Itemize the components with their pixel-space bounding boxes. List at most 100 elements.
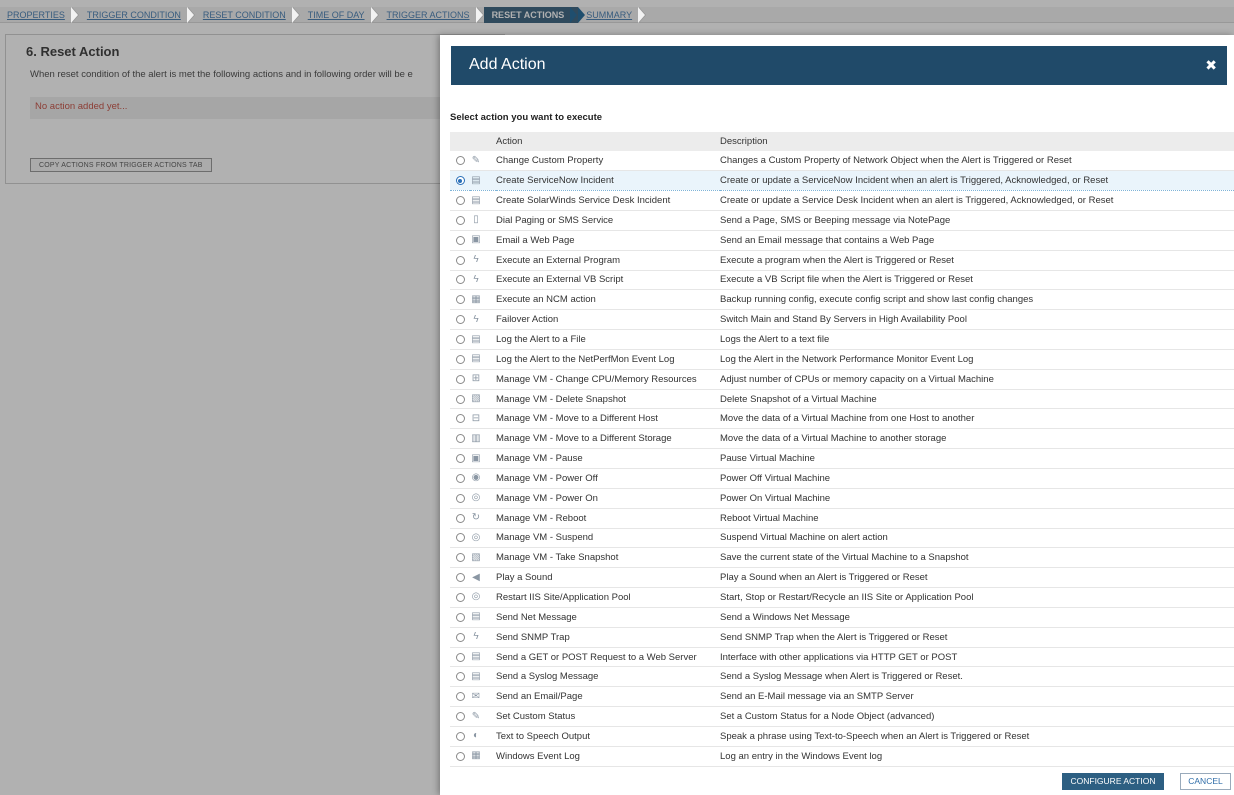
action-description: Send a Syslog Message when Alert is Trig… xyxy=(720,666,1234,688)
action-radio[interactable] xyxy=(455,493,465,503)
action-radio[interactable] xyxy=(455,652,465,662)
table-row[interactable]: ▧ Manage VM - Delete Snapshot Delete Snaps… xyxy=(450,389,1234,410)
pencil-icon: ✎ xyxy=(471,710,481,722)
action-name: Manage VM - Power Off xyxy=(496,468,720,489)
action-name: Manage VM - Power On xyxy=(496,488,720,509)
action-radio[interactable] xyxy=(455,335,465,344)
service-desk-icon: ▤ xyxy=(471,194,481,206)
table-row[interactable]: ◀ Play a Sound Play a Sound when an Alert … xyxy=(450,567,1234,589)
action-radio[interactable] xyxy=(455,692,465,702)
table-row[interactable]: ▤ Log the Alert to a File Logs the Alert t… xyxy=(450,329,1234,350)
action-name: Dial Paging or SMS Service xyxy=(496,210,720,231)
row-radio-cell xyxy=(450,567,470,589)
table-row[interactable]: ϟ Send SNMP Trap Send SNMP Trap when the A… xyxy=(450,627,1234,648)
action-radio[interactable] xyxy=(455,394,465,404)
table-row[interactable]: ▣ Manage VM - Pause Pause Virtual Machine xyxy=(450,448,1234,469)
table-row[interactable]: ◉ Manage VM - Power Off Power Off Virtual … xyxy=(450,468,1234,489)
action-radio[interactable] xyxy=(455,473,465,483)
header-action[interactable]: Action xyxy=(496,132,720,151)
table-row[interactable]: ▣ Email a Web Page Send an Email message t… xyxy=(450,230,1234,251)
table-row[interactable]: ▤ Create ServiceNow Incident Create or upd… xyxy=(450,170,1234,192)
table-row[interactable]: ◐ Text to Speech Output Speak a phrase usi… xyxy=(450,726,1234,747)
row-icon-cell: ◎ xyxy=(470,587,496,608)
action-name: Execute an External Program xyxy=(496,250,720,271)
header-icon-column xyxy=(470,132,496,151)
table-row[interactable]: ▤ Create SolarWinds Service Desk Incident… xyxy=(450,190,1234,212)
table-row[interactable]: ▤ Log the Alert to the NetPerfMon Event L… xyxy=(450,349,1234,370)
action-radio[interactable] xyxy=(455,295,465,305)
action-radio[interactable] xyxy=(455,672,465,682)
action-radio[interactable] xyxy=(455,731,465,741)
table-row[interactable]: ↻ Manage VM - Reboot Reboot Virtual Machin… xyxy=(450,508,1234,529)
table-row[interactable]: ▤ Send Net Message Send a Windows Net Mess… xyxy=(450,607,1234,628)
table-row[interactable]: ▦ Execute an NCM action Backup running con… xyxy=(450,289,1234,311)
power-off-icon: ◉ xyxy=(471,472,481,484)
header-description[interactable]: Description xyxy=(720,132,1234,151)
table-row[interactable]: ▦ Windows Event Log Log an entry in the Wi… xyxy=(450,746,1234,767)
table-row[interactable]: ✉ Send an Email/Page Send an E-Mail messag… xyxy=(450,686,1234,708)
table-row[interactable]: ✎ Set Custom Status Set a Custom Status fo… xyxy=(450,706,1234,727)
lightning-icon: ϟ xyxy=(473,631,479,643)
row-radio-cell xyxy=(450,607,470,628)
configure-action-button[interactable]: CONFIGURE ACTION xyxy=(1062,773,1164,790)
action-name: Send Net Message xyxy=(496,607,720,628)
action-radio[interactable] xyxy=(455,632,465,642)
action-radio[interactable] xyxy=(455,196,465,206)
table-row[interactable]: ✎ Change Custom Property Changes a Custom … xyxy=(450,151,1234,172)
action-radio[interactable] xyxy=(455,454,465,464)
action-description: Suspend Virtual Machine on alert action xyxy=(720,528,1234,549)
action-description: Backup running config, execute config sc… xyxy=(720,289,1234,311)
action-radio[interactable] xyxy=(455,255,465,265)
table-row[interactable]: ⊞ Manage VM - Change CPU/Memory Resources… xyxy=(450,369,1234,390)
cancel-button[interactable]: CANCEL xyxy=(1180,773,1231,790)
take-snapshot-icon: ▧ xyxy=(471,551,481,563)
row-icon-cell: ✎ xyxy=(470,151,496,172)
table-row[interactable]: ◎ Manage VM - Suspend Suspend Virtual Mach… xyxy=(450,528,1234,549)
action-radio[interactable] xyxy=(455,533,465,543)
table-row[interactable]: ϟ Failover Action Switch Main and Stand By… xyxy=(450,309,1234,331)
action-radio[interactable] xyxy=(455,573,465,583)
table-row[interactable]: ϟ Execute an External Program Execute a pr… xyxy=(450,250,1234,271)
row-radio-cell xyxy=(450,329,470,350)
action-radio[interactable] xyxy=(455,712,465,722)
action-radio[interactable] xyxy=(455,434,465,444)
action-radio[interactable] xyxy=(455,592,465,602)
row-icon-cell: ⊞ xyxy=(470,369,496,390)
table-row[interactable]: ϟ Execute an External VB Script Execute a … xyxy=(450,270,1234,291)
row-radio-cell xyxy=(450,746,470,767)
action-radio[interactable] xyxy=(455,513,465,523)
web-page-icon: ▣ xyxy=(471,234,481,246)
row-icon-cell: ▤ xyxy=(470,647,496,668)
action-radio[interactable] xyxy=(455,553,465,563)
action-radio[interactable] xyxy=(455,156,465,166)
close-icon[interactable]: ✖ xyxy=(1205,57,1217,74)
table-row[interactable]: ▯ Dial Paging or SMS Service Send a Page, … xyxy=(450,210,1234,231)
action-name: Restart IIS Site/Application Pool xyxy=(496,587,720,608)
action-description: Switch Main and Stand By Servers in High… xyxy=(720,309,1234,331)
table-row[interactable]: ▤ Send a Syslog Message Send a Syslog Mess… xyxy=(450,666,1234,688)
action-radio[interactable] xyxy=(455,374,465,384)
table-row[interactable]: ▤ Send a GET or POST Request to a Web Ser… xyxy=(450,647,1234,668)
action-radio[interactable] xyxy=(455,751,465,761)
vm-storage-icon: ▥ xyxy=(471,432,481,444)
row-icon-cell: ▤ xyxy=(470,349,496,370)
action-radio[interactable] xyxy=(455,235,465,245)
table-row[interactable]: ▧ Manage VM - Take Snapshot Save the curre… xyxy=(450,547,1234,569)
action-radio[interactable] xyxy=(455,275,465,285)
action-description: Start, Stop or Restart/Recycle an IIS Si… xyxy=(720,587,1234,608)
table-row[interactable]: ▥ Manage VM - Move to a Different Storage… xyxy=(450,428,1234,450)
row-icon-cell: ▥ xyxy=(470,428,496,450)
action-radio[interactable] xyxy=(455,315,465,325)
action-radio[interactable] xyxy=(455,612,465,622)
action-radio[interactable] xyxy=(455,354,465,364)
action-description: Create or update a ServiceNow Incident w… xyxy=(720,170,1234,192)
action-radio[interactable] xyxy=(455,215,465,225)
row-radio-cell xyxy=(450,408,470,430)
table-row[interactable]: ⊟ Manage VM - Move to a Different Host Mov… xyxy=(450,408,1234,430)
action-radio[interactable] xyxy=(455,414,465,424)
table-row[interactable]: ◎ Restart IIS Site/Application Pool Start,… xyxy=(450,587,1234,608)
servicenow-icon: ▤ xyxy=(471,174,481,186)
action-radio[interactable] xyxy=(455,176,465,186)
row-radio-cell xyxy=(450,369,470,390)
table-row[interactable]: ◎ Manage VM - Power On Power On Virtual Ma… xyxy=(450,488,1234,509)
